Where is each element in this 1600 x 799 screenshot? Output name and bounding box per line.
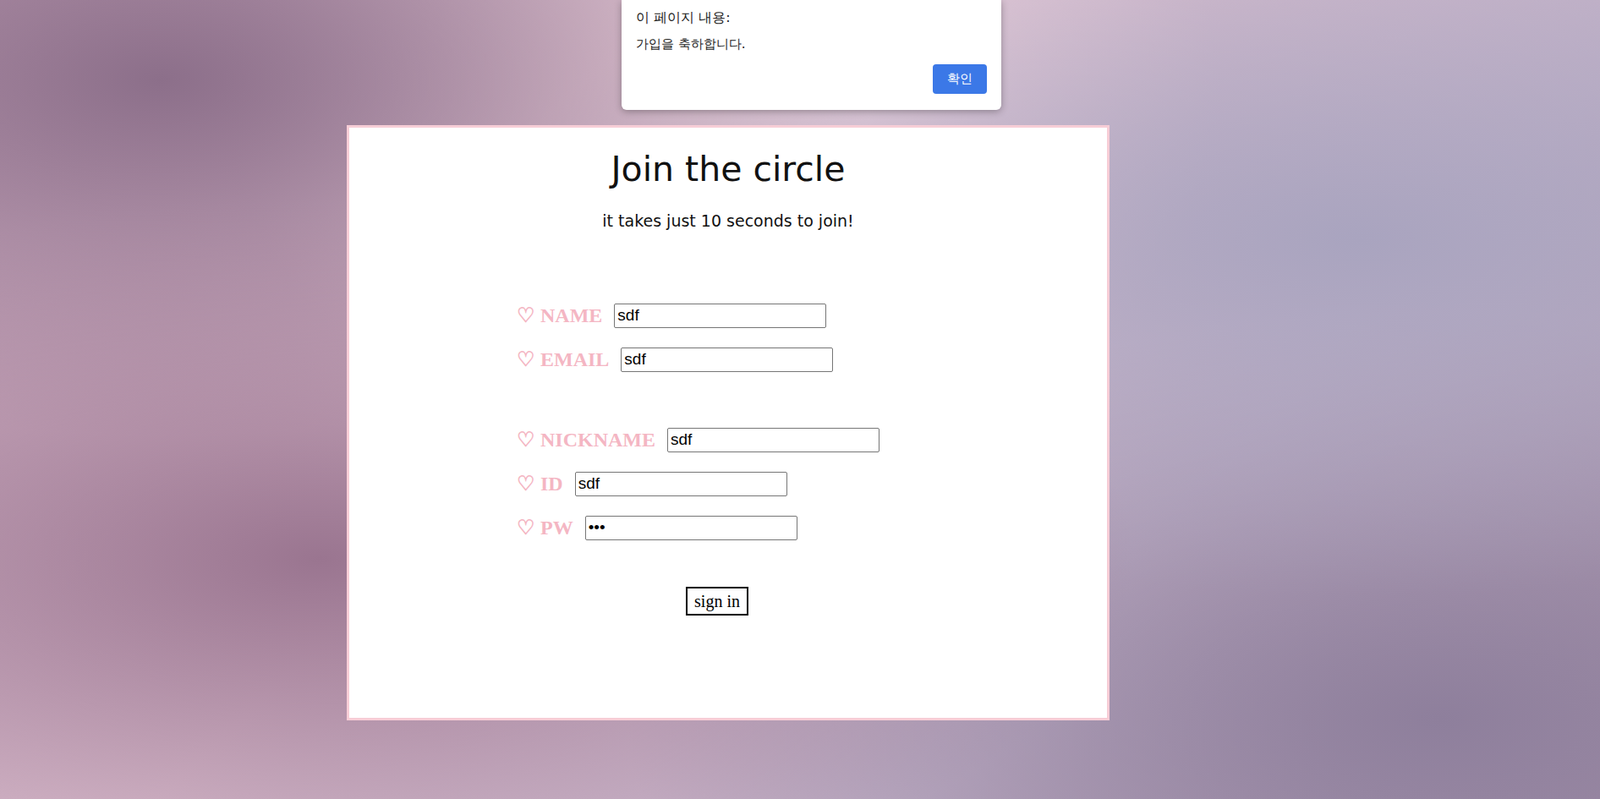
text-field[interactable] — [585, 515, 798, 541]
field-row: ♡ EMAIL — [516, 344, 1107, 375]
field-label: ♡ NICKNAME — [516, 427, 656, 452]
field-label: ♡ PW — [516, 515, 574, 540]
text-field[interactable] — [667, 427, 880, 453]
dialog-message: 가입을 축하합니다. — [635, 35, 987, 53]
alert-dialog: 이 페이지 내용: 가입을 축하합니다. 확인 — [621, 0, 1002, 110]
page: Join the circle it takes just 10 seconds … — [0, 0, 1600, 799]
dialog-actions: 확인 — [635, 64, 987, 94]
field-label: ♡ EMAIL — [516, 347, 609, 372]
field-row: ♡ ID — [516, 468, 1107, 499]
confirm-button[interactable]: 확인 — [932, 64, 987, 94]
subtitle: it takes just 10 seconds to join! — [602, 210, 854, 231]
dialog-header: 이 페이지 내용: — [635, 8, 987, 28]
field-row: ♡ NICKNAME — [516, 424, 1107, 455]
text-field[interactable] — [575, 471, 788, 497]
field-row: ♡ NAME — [516, 300, 1107, 331]
text-field[interactable] — [620, 347, 833, 373]
title: Join the circle — [611, 147, 846, 192]
field-label: ♡ ID — [516, 471, 564, 496]
text-field[interactable] — [613, 303, 827, 329]
field-label: ♡ NAME — [516, 303, 603, 328]
field-row: ♡ PW — [516, 512, 1107, 543]
signup-form: ♡ NAME ♡ EMAIL ♡ NICKNAME ♡ ID ♡ PW — [349, 300, 1107, 543]
sign-in-button[interactable]: sign in — [685, 586, 749, 616]
field-group: ♡ NICKNAME ♡ ID ♡ PW — [516, 424, 1107, 543]
submit-row: sign in — [349, 586, 1107, 616]
field-group: ♡ NAME ♡ EMAIL — [516, 300, 1107, 375]
signup-card: Join the circle it takes just 10 seconds … — [346, 125, 1110, 721]
